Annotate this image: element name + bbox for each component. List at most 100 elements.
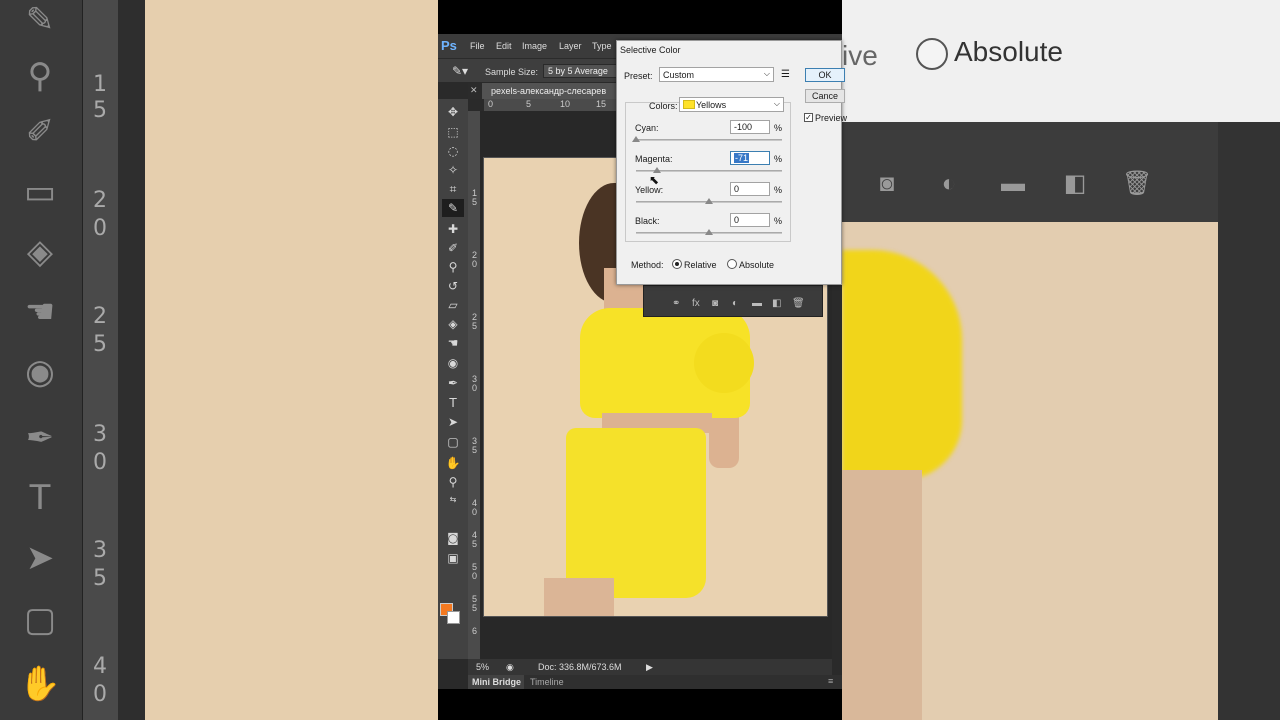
preset-options-icon[interactable]: ☰: [781, 69, 790, 80]
dodge-tool-icon[interactable]: ◉: [442, 354, 464, 372]
history-brush-icon[interactable]: ↺: [442, 277, 464, 295]
type-tool-icon[interactable]: T: [442, 394, 464, 412]
stamp-icon: ⚲: [27, 56, 53, 96]
eyedropper-icon[interactable]: ✎▾: [452, 64, 468, 78]
screen-mode-icon[interactable]: ▣: [442, 549, 464, 567]
relative-label: Relative: [684, 260, 717, 270]
backdrop-canvas: [145, 0, 438, 720]
group-folder-icon[interactable]: ▬: [752, 298, 762, 309]
marquee-tool-icon[interactable]: ⬚: [442, 123, 464, 141]
relative-radio[interactable]: [672, 259, 682, 269]
ruler-label: 5: [526, 99, 532, 109]
background-color-swatch[interactable]: [447, 611, 460, 624]
menu-edit[interactable]: Edit: [496, 41, 512, 51]
ruler-label: 5: [471, 445, 477, 455]
ruler-label: 3: [93, 422, 107, 447]
path-selection-icon[interactable]: ➤: [442, 413, 464, 431]
cyan-percent: %: [774, 123, 783, 133]
info-icon[interactable]: ◉: [506, 662, 514, 673]
ruler-label: 0: [471, 571, 477, 581]
cyan-slider-track[interactable]: [632, 136, 782, 142]
black-input[interactable]: 0: [730, 213, 770, 227]
magenta-slider-track[interactable]: [636, 167, 782, 173]
blur-tool-icon[interactable]: ☚: [442, 334, 464, 352]
ruler-label: 5: [471, 539, 477, 549]
colors-label: Colors:: [649, 101, 678, 111]
menu-image[interactable]: Image: [522, 41, 547, 51]
colors-value: Yellows: [696, 100, 727, 110]
yellow-slider-thumb[interactable]: [705, 198, 713, 204]
magic-wand-icon[interactable]: ✧: [442, 161, 464, 179]
vertical-ruler: 1 5 2 0 2 5 3 0 3 5 4 0 4 5 5 0 5 5 6: [468, 111, 480, 659]
preset-select[interactable]: Custom ⌵: [659, 67, 774, 82]
yellow-slider-track[interactable]: [636, 198, 782, 204]
tab-timeline[interactable]: Timeline: [530, 677, 564, 687]
ruler-label: 15: [596, 99, 607, 109]
absolute-radio[interactable]: [727, 259, 737, 269]
black-slider-thumb[interactable]: [705, 229, 713, 235]
close-icon[interactable]: ✕: [470, 85, 478, 96]
zoom-tool-icon[interactable]: ⚲: [442, 473, 464, 491]
eraser-tool-icon[interactable]: ▱: [442, 296, 464, 314]
menu-file[interactable]: File: [470, 41, 485, 51]
black-slider-track[interactable]: [636, 229, 782, 235]
ruler-label: 2: [93, 188, 107, 213]
colors-select[interactable]: Yellows ⌵: [679, 97, 784, 112]
tab-mini-bridge[interactable]: Mini Bridge: [468, 675, 524, 689]
ruler-label: 3: [93, 538, 107, 563]
chevron-down-icon: ⌵: [763, 69, 770, 78]
adjustment-layer-icon[interactable]: ◐: [732, 298, 738, 309]
yellow-percent: %: [774, 185, 783, 195]
selective-color-dialog: Selective Color Preset: Custom ⌵ ☰ OK Ca…: [616, 40, 847, 285]
swap-colors-icon[interactable]: ⇆: [442, 491, 464, 509]
ruler-label: 5: [93, 98, 107, 123]
lasso-tool-icon[interactable]: ◌: [442, 142, 464, 160]
shape-tool-icon[interactable]: ▢: [442, 433, 464, 451]
adjustment-icon: ◐: [941, 170, 957, 197]
quick-mask-icon[interactable]: ◙: [442, 529, 464, 547]
photo-sleeve: [694, 333, 754, 393]
ruler-label: 0: [93, 216, 107, 241]
ruler-label: 6: [471, 626, 477, 636]
yellow-input[interactable]: 0: [730, 182, 770, 196]
zoom-level[interactable]: 5%: [476, 662, 489, 672]
type-icon: T: [29, 478, 51, 518]
menu-layer[interactable]: Layer: [559, 41, 582, 51]
brush-tool-icon[interactable]: ✐: [442, 239, 464, 257]
ruler-label: 1: [93, 72, 107, 97]
menu-type[interactable]: Type: [592, 41, 612, 51]
panel-menu-icon[interactable]: ≡: [828, 676, 833, 686]
mask-icon[interactable]: ◙: [712, 298, 718, 309]
new-layer-icon[interactable]: ◧: [772, 298, 781, 309]
healing-brush-icon[interactable]: ✚: [442, 220, 464, 238]
eyedropper-tool-icon[interactable]: ✎: [442, 199, 464, 217]
layers-panel-footer: ⚭ fx ◙ ◐ ▬ ◧ 🗑: [643, 285, 823, 317]
magenta-input[interactable]: -71: [730, 151, 770, 165]
cyan-input[interactable]: -100: [730, 120, 770, 134]
status-bar: 5% ◉ Doc: 336.8M/673.6M ▶: [468, 659, 832, 675]
clone-stamp-icon[interactable]: ⚲: [442, 258, 464, 276]
backdrop-yellow-sleeve: [842, 250, 962, 480]
pen-tool-icon[interactable]: ✒: [442, 374, 464, 392]
trash-icon[interactable]: 🗑: [792, 298, 805, 309]
ruler-label: 10: [560, 99, 571, 109]
cyan-slider-thumb[interactable]: [632, 136, 640, 142]
crop-tool-icon[interactable]: ⌗: [442, 180, 464, 198]
cancel-button[interactable]: Cance: [805, 89, 845, 103]
move-tool-icon[interactable]: ✥: [442, 103, 464, 121]
ruler-label: 0: [471, 507, 477, 517]
sample-size-select[interactable]: 5 by 5 Average: [543, 64, 619, 78]
link-icon[interactable]: ⚭: [672, 298, 680, 309]
status-menu-arrow-icon[interactable]: ▶: [646, 662, 653, 673]
yellow-swatch: [683, 100, 695, 109]
hand-tool-icon[interactable]: ✋: [442, 454, 464, 472]
ruler-label: 0: [488, 99, 494, 109]
paint-bucket-tool-icon[interactable]: ◈: [442, 315, 464, 333]
fx-icon[interactable]: fx: [692, 298, 700, 309]
ok-button[interactable]: OK: [805, 68, 845, 82]
backdrop-arm: [842, 470, 922, 720]
mask-icon: ◙: [879, 170, 895, 197]
letterbox-top: [438, 0, 842, 34]
ruler-label: 4: [93, 654, 107, 679]
preview-checkbox[interactable]: ✓: [804, 113, 813, 122]
